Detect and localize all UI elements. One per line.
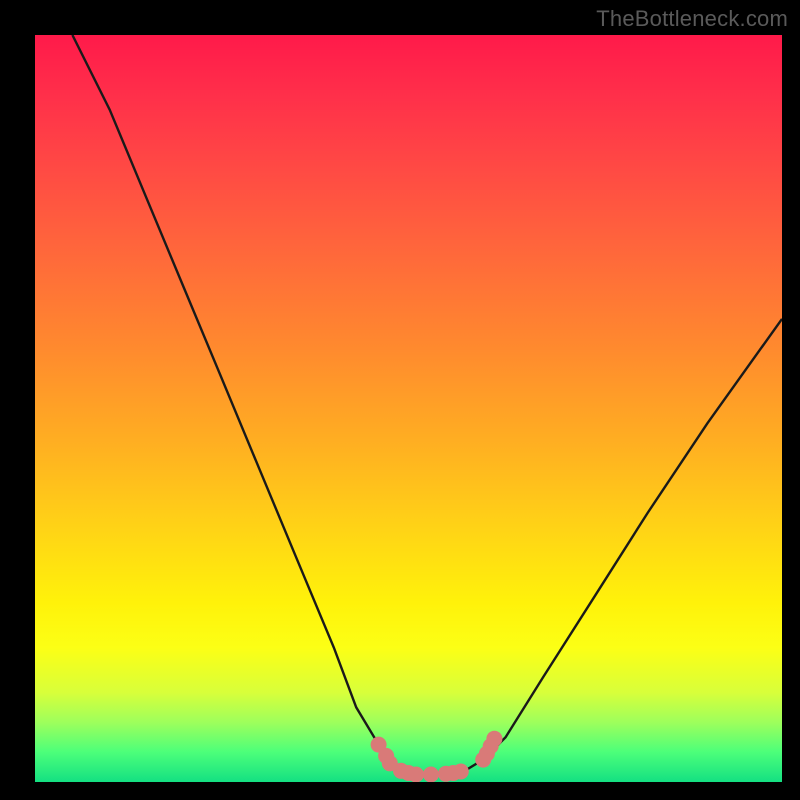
marker-point <box>453 764 469 780</box>
marker-point <box>423 767 439 783</box>
curve-layer <box>35 35 782 782</box>
markers <box>371 731 503 782</box>
bottleneck-curve <box>72 35 782 775</box>
marker-point <box>408 767 424 783</box>
curve-path <box>72 35 782 775</box>
marker-point <box>486 731 502 747</box>
chart-frame: TheBottleneck.com <box>0 0 800 800</box>
watermark-text: TheBottleneck.com <box>596 6 788 32</box>
plot-area <box>35 35 782 782</box>
